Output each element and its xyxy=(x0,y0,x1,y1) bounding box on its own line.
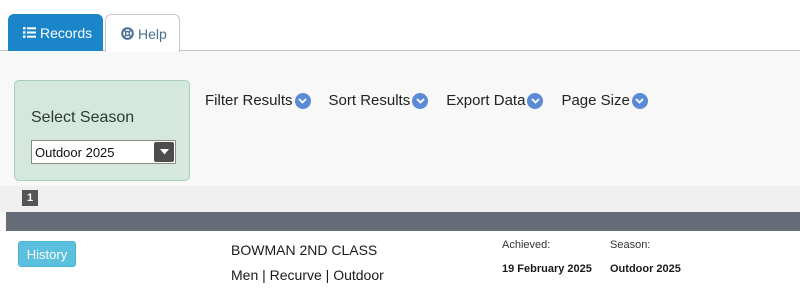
tab-help-label: Help xyxy=(138,25,167,42)
tab-help[interactable]: Help xyxy=(105,14,180,52)
season-select-value: Outdoor 2025 xyxy=(35,144,115,160)
season-label: Season: xyxy=(610,239,651,251)
tab-records-label: Records xyxy=(40,24,93,41)
season-select[interactable]: Outdoor 2025 xyxy=(31,140,176,164)
lifebuoy-icon xyxy=(121,27,134,40)
page-size-label: Page Size xyxy=(561,92,630,109)
season-selector-panel: Select Season Outdoor 2025 xyxy=(14,80,190,181)
table-header-bar xyxy=(6,212,800,231)
chevron-down-icon[interactable] xyxy=(412,92,429,109)
sort-results-menu[interactable]: Sort Results xyxy=(329,92,429,109)
export-data-menu[interactable]: Export Data xyxy=(446,92,544,109)
page-size-menu[interactable]: Page Size xyxy=(561,92,648,109)
sort-results-label: Sort Results xyxy=(328,92,411,109)
chevron-down-icon[interactable] xyxy=(527,92,544,109)
chevron-down-icon[interactable] xyxy=(294,92,311,109)
page-number-current[interactable]: 1 xyxy=(22,190,38,206)
record-title: BOWMAN 2ND CLASS xyxy=(231,242,378,258)
season-value: Outdoor 2025 xyxy=(610,263,681,275)
tab-bar: Records Help xyxy=(0,0,800,52)
season-title: Select Season xyxy=(31,109,135,126)
tab-records[interactable]: Records xyxy=(8,14,103,51)
history-button[interactable]: History xyxy=(18,241,76,267)
list-icon xyxy=(23,27,36,38)
results-menu: Filter Results Sort Results Export Data … xyxy=(205,92,666,109)
dropdown-arrow-icon[interactable] xyxy=(154,142,174,162)
achieved-value: 19 February 2025 xyxy=(502,263,592,275)
achieved-label: Achieved: xyxy=(502,239,551,251)
export-data-label: Export Data xyxy=(446,92,526,109)
filter-results-menu[interactable]: Filter Results xyxy=(205,92,311,109)
filter-results-label: Filter Results xyxy=(205,92,293,109)
record-subtitle: Men | Recurve | Outdoor xyxy=(231,267,384,283)
pagination-bar xyxy=(0,186,800,212)
chevron-down-icon[interactable] xyxy=(631,92,648,109)
